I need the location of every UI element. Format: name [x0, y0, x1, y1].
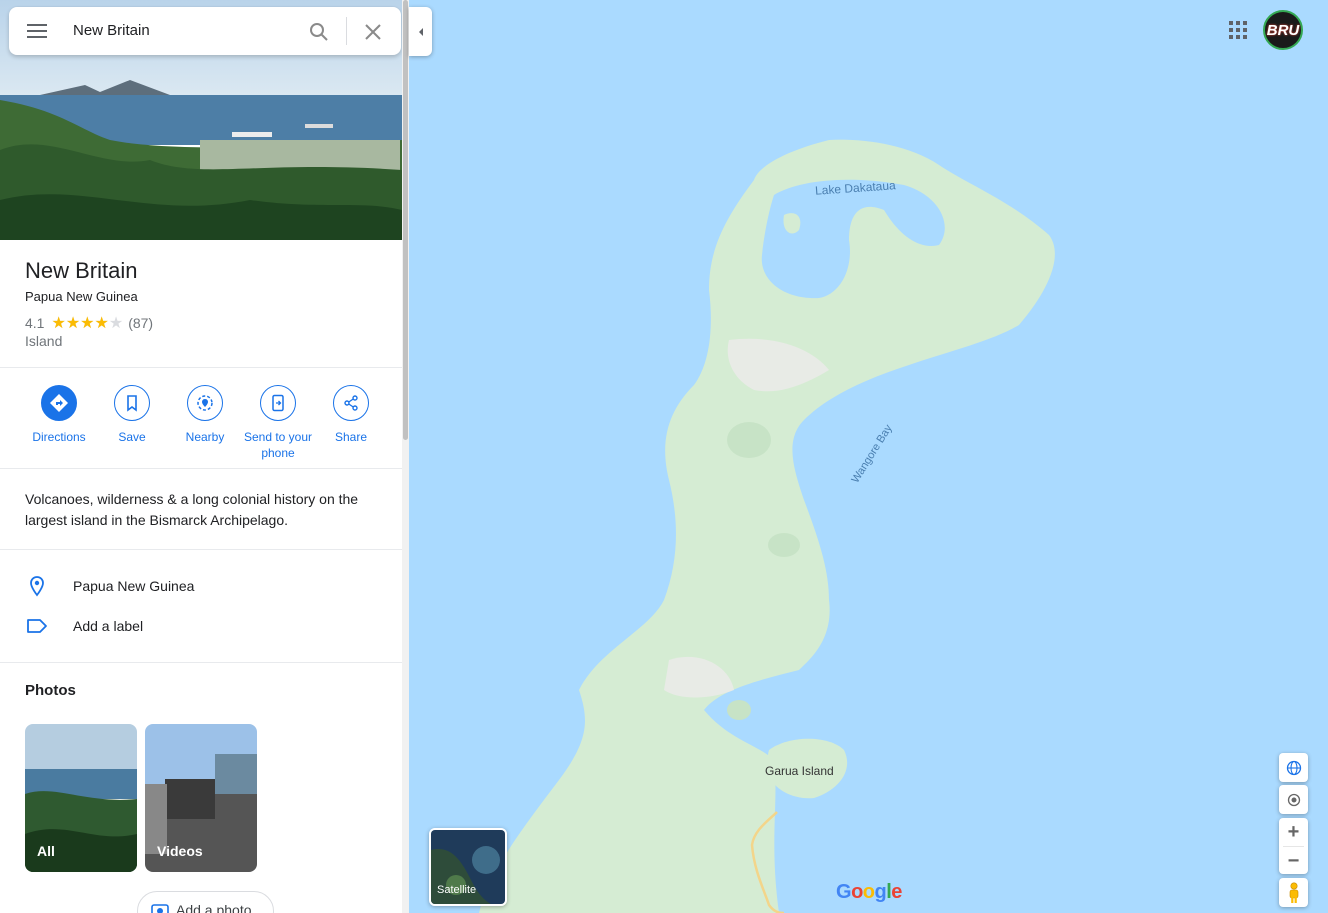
share-icon [344, 395, 358, 411]
divider [0, 662, 402, 663]
place-description: Volcanoes, wilderness & a long colonial … [25, 491, 359, 528]
place-subtitle: Papua New Guinea [25, 289, 138, 304]
satellite-toggle[interactable]: Satellite [429, 828, 507, 906]
search-box: New Britain [9, 7, 401, 55]
location-text: Papua New Guinea [73, 578, 195, 594]
search-divider [346, 17, 347, 45]
review-count[interactable]: (87) [128, 315, 153, 331]
directions-button[interactable]: Directions [19, 385, 99, 445]
google-logo: Google [836, 881, 902, 903]
location-pin-icon [30, 576, 44, 597]
zoom-controls: + − [1279, 818, 1308, 874]
zoom-in-button[interactable]: + [1279, 818, 1308, 846]
send-to-phone-button[interactable]: Send to your phone [238, 385, 318, 461]
photos-videos-label: Videos [157, 843, 203, 859]
divider [0, 468, 402, 469]
zoom-out-button[interactable]: − [1279, 847, 1308, 875]
photos-heading: Photos [25, 682, 76, 699]
nearby-icon [197, 395, 213, 411]
globe-view-button[interactable] [1279, 753, 1308, 782]
add-photo-icon [151, 904, 169, 913]
save-label: Save [118, 430, 146, 444]
photos-all-tile[interactable]: All [25, 724, 137, 872]
satellite-label: Satellite [437, 884, 477, 896]
add-photo-label: Add a photo [176, 902, 252, 913]
add-label-row[interactable]: Add a label [25, 614, 143, 638]
scrollbar-thumb[interactable] [403, 0, 408, 440]
my-location-icon [1287, 793, 1300, 806]
directions-label: Directions [32, 430, 86, 444]
send-to-phone-label: Send to your phone [243, 430, 313, 460]
search-icon[interactable] [307, 20, 331, 44]
photos-videos-tile[interactable]: Videos [145, 724, 257, 872]
label-icon [27, 619, 47, 633]
maps-app: Lake Dakataua Wangore Bay Garua Island B… [0, 0, 1328, 913]
apps-grid-icon[interactable] [1227, 19, 1249, 41]
globe-icon [1286, 760, 1301, 775]
nearby-label: Nearby [185, 430, 225, 444]
avatar-text: BRU [1266, 21, 1300, 39]
send-to-phone-icon [272, 394, 284, 412]
add-label-text: Add a label [73, 618, 144, 634]
map-label-garua-island[interactable]: Garua Island [765, 764, 834, 778]
bookmark-icon [127, 395, 137, 412]
save-button[interactable]: Save [92, 385, 172, 445]
pegman-icon [1289, 881, 1298, 903]
chevron-left-icon [418, 27, 423, 36]
place-title: New Britain [25, 258, 138, 283]
share-button[interactable]: Share [311, 385, 391, 445]
my-location-button[interactable] [1279, 785, 1308, 814]
divider [0, 367, 402, 368]
panel-scrollbar[interactable] [402, 0, 409, 913]
rating-row[interactable]: 4.1 ★★★★★ ★★★★★ (87) [25, 313, 153, 333]
collapse-panel-button[interactable] [409, 7, 432, 56]
place-category[interactable]: Island [25, 333, 62, 349]
search-input[interactable]: New Britain [73, 22, 150, 39]
share-label: Share [334, 430, 368, 444]
map-canvas[interactable]: Lake Dakataua Wangore Bay Garua Island [409, 0, 1328, 913]
divider [0, 549, 402, 550]
nearby-button[interactable]: Nearby [165, 385, 245, 445]
place-panel: New Britain New Britain Papua New Guinea… [0, 0, 402, 913]
close-icon[interactable] [361, 20, 385, 44]
menu-icon[interactable] [25, 21, 49, 41]
rating-stars: ★★★★★ ★★★★★ [51, 315, 124, 332]
rating-value: 4.1 [25, 315, 45, 331]
directions-icon [50, 394, 68, 412]
add-photo-button[interactable]: Add a photo [137, 891, 274, 913]
location-row[interactable]: Papua New Guinea [25, 574, 194, 598]
photos-all-label: All [37, 843, 55, 859]
account-avatar[interactable]: BRU [1263, 10, 1303, 50]
pegman-button[interactable] [1279, 878, 1308, 907]
